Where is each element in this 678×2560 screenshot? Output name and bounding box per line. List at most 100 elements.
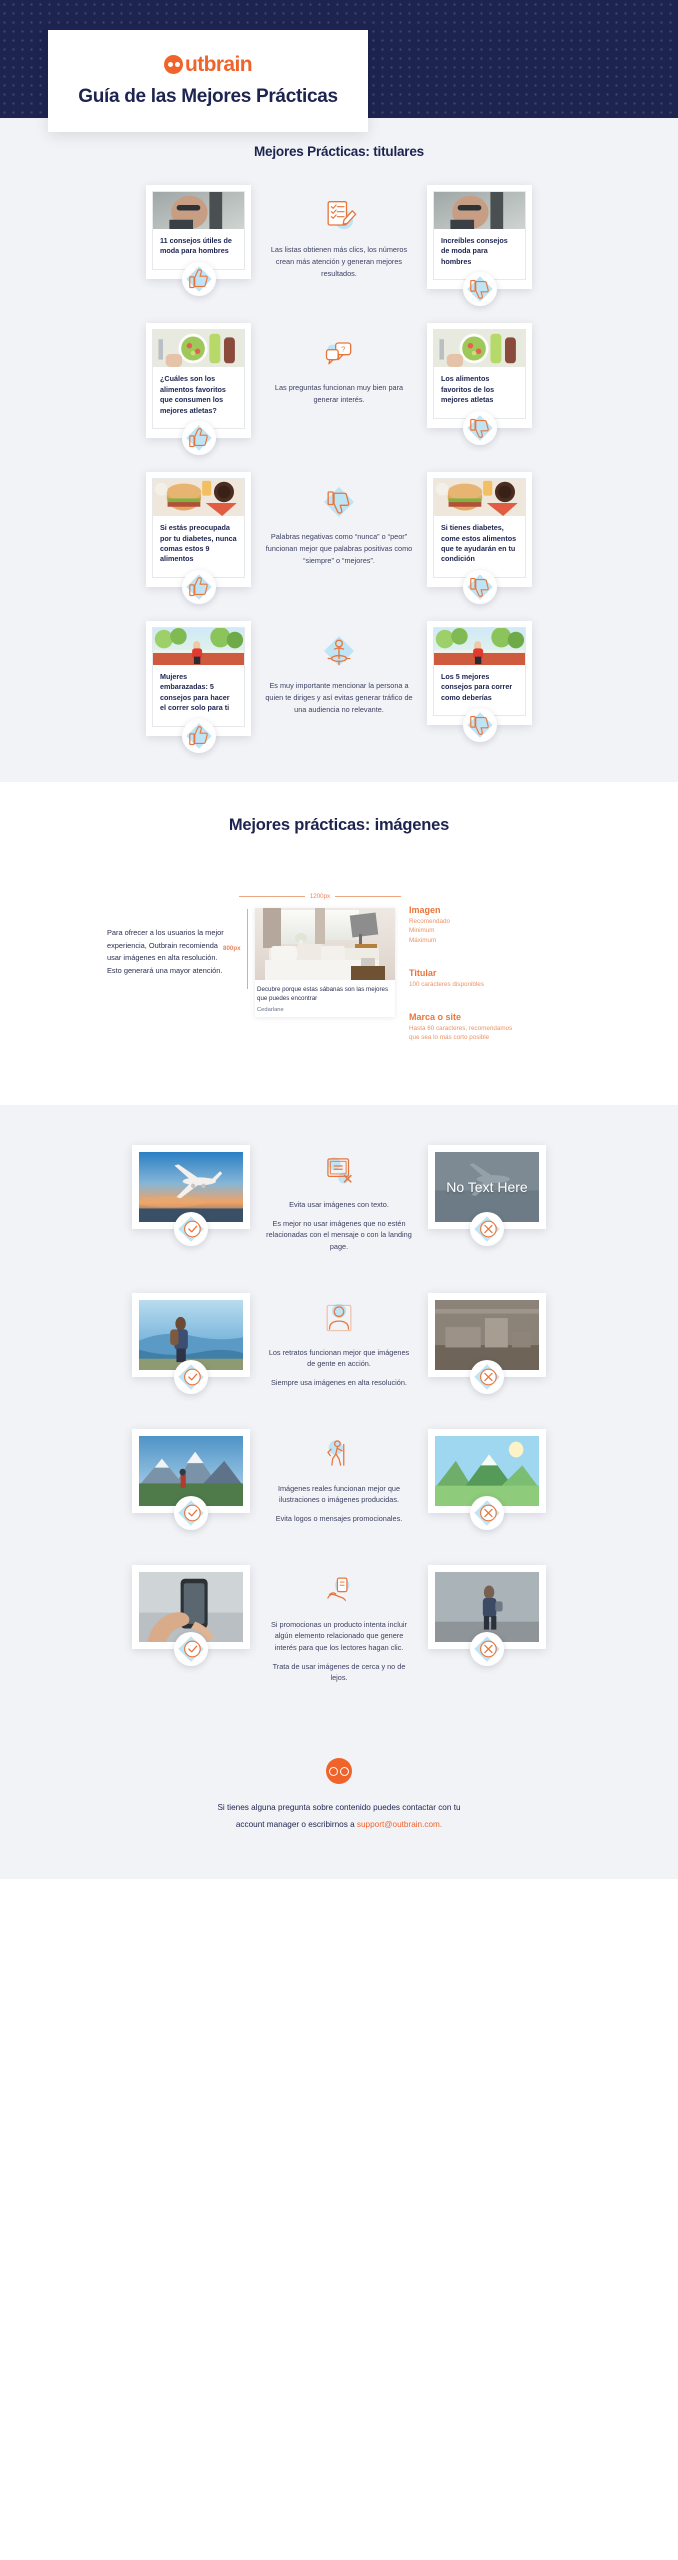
comparison-tip: Los retratos funcionan mejor que imágene… [264,1293,414,1389]
card-inner: ¿Cuáles son los alimentos favoritos que … [152,329,245,430]
tip-text: Las listas obtienen más clics, los númer… [270,245,408,279]
annotation-title: Imagen [409,904,441,915]
svg-text:?: ? [341,345,345,354]
logo-wordmark: utbrain [185,52,253,76]
photo-card-bad[interactable] [428,1428,546,1530]
support-email-link[interactable]: support@outbrain.com. [357,1820,442,1829]
diagram-intro-text: Para ofrecer a los usuarios la mejor exp… [107,927,224,976]
annotation-block: Marca o site Hasta 60 caracteres, recomen… [409,1012,571,1044]
badge-thumbs-down [462,708,497,743]
badge-check [174,1631,208,1666]
badge-check [174,1359,208,1394]
thumbs-down-icon [466,414,493,441]
tip-text: Las preguntas funcionan muy bien para ge… [274,383,404,405]
annotation-line: Minimum [409,927,435,935]
card-photo [153,627,244,665]
card-headline: Si tienes diabetes, come estos alimentos… [441,523,517,564]
card-headline: Si estás preocupada por tu diabetes, nun… [160,523,237,564]
thumbs-down-icon [466,276,493,303]
comparison-paragraph: Es mejor no usar imágenes que no estén r… [266,1218,412,1252]
photo-card-good[interactable] [132,1145,250,1247]
card-inner: Si estás preocupada por tu diabetes, nun… [152,478,245,578]
headline-card-good[interactable]: 11 consejos útiles de moda para hombres [146,185,251,296]
section-titulares-heading: Mejores Prácticas: titulares [254,144,424,159]
annotation-title: Titular [409,967,437,978]
photo-card-bad[interactable] [428,1292,546,1394]
headline-card-bad[interactable]: Si tienes diabetes, come estos alimentos… [427,472,532,604]
titulares-row: 11 consejos útiles de moda para hombres L… [0,185,678,307]
thumbs-up-icon [185,722,212,749]
preview-brand: Cedarlane [257,1006,284,1013]
thumbs-up-icon [185,425,212,451]
card-headline: Mujeres embarazadas: 5 consejos para hac… [160,671,230,713]
width-dimension: 1200px [225,893,401,900]
badge-thumbs-up [181,718,216,753]
product-hand-icon-icon [327,1577,350,1601]
tip-column: Es muy importante mencionar la persona a… [265,621,413,716]
annotation-line: Recomendado [409,917,450,925]
thumbs-down-icon [466,712,493,738]
badge-check [174,1495,208,1530]
headline-card-bad[interactable]: Los 5 mejores consejos para correr como … [427,620,532,743]
section-image-comparison: Evita usar imágenes con texto. Es mejor n… [0,1105,678,1729]
comparison-text: Los retratos funcionan mejor que imágene… [264,1347,414,1389]
check-icon [178,1636,204,1662]
headline-card-bad[interactable]: Increíbles consejos de moda para hombres [427,185,532,307]
annotation-line: 100 carácteres disponibles [409,980,484,988]
footer-outbrain-icon [326,1758,352,1785]
card-inner: Mujeres embarazadas: 5 consejos para hac… [152,626,245,727]
card-photo [434,627,525,665]
hero-banner: utbrain Guía de las Mejores Prácticas [0,0,678,132]
photo-card-good[interactable] [132,1428,250,1530]
card-inner: 11 consejos útiles de moda para hombres [152,191,245,270]
comparison-paragraph: Los retratos funcionan mejor que imágene… [268,1347,410,1369]
image-spec-diagram: Para ofrecer a los usuarios la mejor exp… [0,861,678,1066]
diagram-preview-column: 1200px 800px Decubre porque estas sábana… [223,883,401,1017]
bedroom-photo [255,907,395,980]
comparison-paragraph: Evita logos o mensajes promocionales. [275,1514,403,1524]
thumbs-up-icon [185,266,212,292]
outbrain-logo: utbrain [164,52,253,76]
annotation-line: que sea lo más corto posible [409,1034,490,1042]
thumbs-down-icon [466,574,493,600]
dim-line-left [239,895,305,897]
badge-thumbs-down [462,410,497,445]
card-inner: Los 5 mejores consejos para correr como … [433,626,526,717]
hiker-icon-icon [327,1440,345,1466]
headline-card-good[interactable]: Si estás preocupada por tu diabetes, nun… [146,472,251,604]
badge-cross [470,1495,504,1530]
card-photo [153,192,244,229]
photo-card-bad[interactable]: No Text Here [428,1145,546,1247]
photo-card-good[interactable] [132,1564,250,1666]
comparison-text: Evita usar imágenes con texto. Es mejor n… [264,1199,414,1253]
photo-card-good[interactable] [132,1292,250,1394]
badge-cross [470,1212,504,1247]
headline-card-good[interactable]: Mujeres embarazadas: 5 consejos para hac… [146,620,251,753]
titulares-row: Si estás preocupada por tu diabetes, nun… [0,472,678,604]
comparison-text: Si promocionas un producto intenta inclu… [264,1619,414,1684]
check-icon [178,1216,204,1242]
card-photo [434,479,525,517]
footer-text: Si tienes alguna pregunta sobre contenid… [129,1800,549,1833]
hero-title-card: utbrain Guía de las Mejores Prácticas [48,30,368,132]
portrait-icon-icon [326,1303,352,1331]
photo-card-bad[interactable] [428,1564,546,1666]
titulares-row: ¿Cuáles son los alimentos favoritos que … [0,323,678,456]
badge-check [174,1212,208,1247]
card-photo [434,330,525,368]
card-inner: Si tienes diabetes, come estos alimentos… [433,478,526,578]
card-photo [153,479,244,517]
question-bubble-icon-icon: ? [325,342,352,365]
badge-thumbs-up [181,261,216,296]
headline-card-bad[interactable]: Los alimentos favoritos de los mejores a… [427,323,532,445]
cross-icon [474,1364,500,1390]
tip-text: Es muy importante mencionar la persona a… [265,680,413,714]
badge-thumbs-down [462,569,497,604]
annotation-block: Titular 100 carácteres disponibles [409,968,571,990]
comparison-text: Imágenes reales funcionan mejor que ilus… [264,1483,414,1525]
section-imagenes-heading: Mejores prácticas: imágenes [228,815,450,834]
comparison-paragraph: Trata de usar imágenes de cerca y no de … [272,1661,406,1683]
comparison-paragraph: Imágenes reales funcionan mejor que ilus… [277,1483,401,1505]
comparison-tip: Imágenes reales funcionan mejor que ilus… [264,1429,414,1525]
headline-card-good[interactable]: ¿Cuáles son los alimentos favoritos que … [146,323,251,456]
